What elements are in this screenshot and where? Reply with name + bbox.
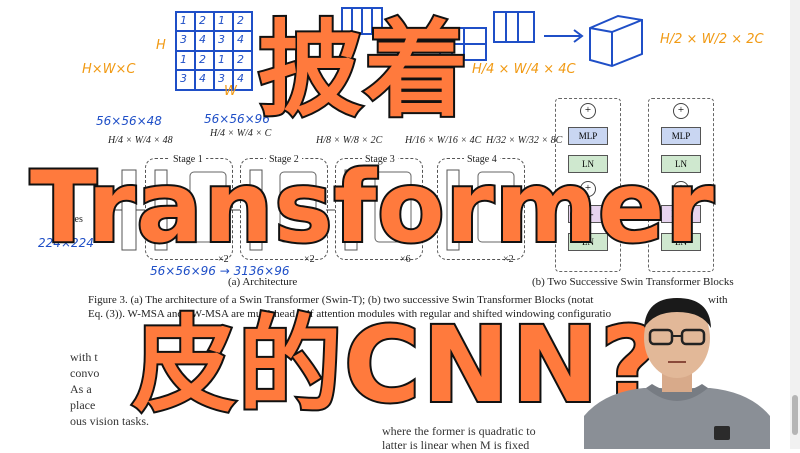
grid-number: 4 bbox=[199, 33, 206, 46]
grid-number: 2 bbox=[199, 53, 206, 66]
note-blue-a: 56×56×48 bbox=[96, 114, 162, 128]
title-line-2: Transformer bbox=[28, 149, 716, 267]
note-hwc: H×W×C bbox=[82, 62, 136, 77]
grid-number: 4 bbox=[237, 33, 244, 46]
scrollbar-thumb[interactable] bbox=[792, 395, 798, 435]
vertical-scrollbar[interactable] bbox=[790, 0, 800, 449]
grid-number: 2 bbox=[237, 53, 244, 66]
note-h: H bbox=[156, 38, 166, 53]
grid-number: 3 bbox=[218, 33, 225, 46]
grid-number: 3 bbox=[180, 72, 187, 85]
grid-number: 1 bbox=[180, 14, 187, 27]
note-orange-1: H/4 × W/4 × 4C bbox=[472, 62, 576, 77]
grid-number: 4 bbox=[237, 72, 244, 85]
grid-number: 1 bbox=[218, 53, 225, 66]
grid-number: 2 bbox=[199, 14, 206, 27]
video-frame: H/4 × W/4 × 48 H/4 × W/4 × C H/8 × W/8 ×… bbox=[0, 0, 800, 452]
grid-number: 3 bbox=[180, 33, 187, 46]
note-blue-c: 56×56×96 → 3136×96 bbox=[150, 264, 290, 278]
grid-number: 1 bbox=[218, 14, 225, 27]
presenter-avatar bbox=[584, 298, 770, 449]
note-orange-2: H/2 × W/2 × 2C bbox=[660, 32, 764, 47]
title-line-1: 披着 bbox=[256, 8, 471, 132]
grid-number: 1 bbox=[180, 53, 187, 66]
grid-number: 2 bbox=[237, 14, 244, 27]
note-w: W bbox=[224, 84, 237, 99]
grid-number: 4 bbox=[199, 72, 206, 85]
